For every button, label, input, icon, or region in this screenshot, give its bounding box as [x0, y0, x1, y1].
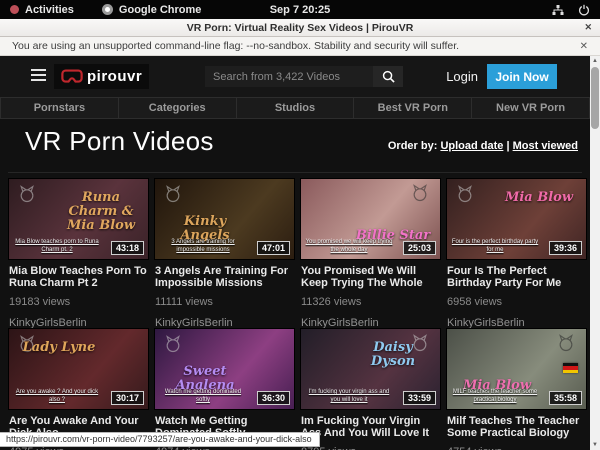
video-thumbnail[interactable]: Lady Lyne Are you awake ? And your dick …	[8, 328, 149, 410]
thumbnail-caption: 3 Angels are training for impossible mis…	[159, 238, 247, 254]
cat-watermark-icon	[163, 184, 183, 204]
thumbnail-overlay-name: Mia Blow	[497, 191, 581, 205]
video-title[interactable]: 3 Angels Are Training For Impossible Mis…	[155, 265, 294, 289]
scrollbar-thumb[interactable]	[591, 67, 599, 129]
order-by-label: Order by:	[388, 140, 438, 152]
video-card[interactable]: Mia Blow Four is the perfect birthday pa…	[445, 178, 588, 328]
duration-badge: 39:36	[549, 241, 582, 255]
video-views: 11326 views	[301, 296, 440, 308]
video-title[interactable]: Mia Blow Teaches Porn To Runa Charm Pt 2	[9, 265, 148, 289]
search-icon	[382, 70, 395, 83]
duration-badge: 36:30	[257, 391, 290, 405]
clock[interactable]: Sep 7 20:25	[0, 4, 600, 16]
video-card[interactable]: Kinky Angels 3 Angels are training for i…	[153, 178, 296, 328]
search-button[interactable]	[373, 66, 403, 87]
order-by-upload-date-link[interactable]: Upload date	[440, 140, 503, 152]
video-views: 6958 views	[447, 296, 586, 308]
site-logo[interactable]: pirouvr	[54, 64, 149, 89]
window-title-bar: VR Porn: Virtual Reality Sex Videos | Pi…	[0, 19, 600, 37]
search-input[interactable]	[205, 66, 373, 87]
video-title[interactable]: Four Is The Perfect Birthday Party For M…	[447, 265, 586, 289]
nav-item-pornstars[interactable]: Pornstars	[0, 97, 119, 119]
warning-infobar: You are using an unsupported command-lin…	[0, 37, 600, 56]
video-title[interactable]: Im Fucking Your Virgin Ass And You Will …	[301, 415, 440, 439]
video-views: 19183 views	[9, 296, 148, 308]
video-thumbnail[interactable]: Mia Blow Four is the perfect birthday pa…	[446, 178, 587, 260]
thumbnail-caption: Are you awake ? And your dick also ?	[13, 388, 101, 404]
warning-message: You are using an unsupported command-lin…	[12, 40, 459, 52]
main-nav-menu: Pornstars Categories Studios Best VR Por…	[0, 97, 590, 119]
join-now-button[interactable]: Join Now	[487, 64, 557, 89]
window-title: VR Porn: Virtual Reality Sex Videos | Pi…	[187, 22, 414, 34]
login-link[interactable]: Login	[446, 69, 478, 84]
german-flag-icon	[563, 363, 578, 373]
hamburger-menu-icon[interactable]	[31, 69, 46, 81]
warning-close-icon[interactable]: ✕	[580, 41, 588, 52]
order-by-most-viewed-link[interactable]: Most viewed	[513, 140, 578, 152]
duration-badge: 35:58	[549, 391, 582, 405]
video-card[interactable]: Daisy Dyson I'm fucking your virgin ass …	[299, 328, 442, 450]
thumbnail-overlay-name: Runa Charm & Mia Blow	[59, 191, 143, 233]
video-title[interactable]: Milf Teaches The Teacher Some Practical …	[447, 415, 586, 439]
order-by-controls: Order by: Upload date | Most viewed	[388, 140, 578, 152]
nav-item-categories[interactable]: Categories	[119, 97, 237, 119]
order-by-separator: |	[506, 140, 509, 152]
nav-item-studios[interactable]: Studios	[237, 97, 355, 119]
video-card[interactable]: Runa Charm & Mia Blow Mia Blow teaches p…	[7, 178, 150, 328]
cat-watermark-icon	[410, 183, 430, 203]
duration-badge: 43:18	[111, 241, 144, 255]
video-card[interactable]: Mia Blow MILF teaches the teacher some p…	[445, 328, 588, 450]
network-icon[interactable]	[552, 4, 564, 16]
thumbnail-caption: Four is the perfect birthday party for m…	[451, 238, 539, 254]
thumbnail-caption: I'm fucking your virgin ass and you will…	[305, 388, 393, 404]
thumbnail-overlay-name: Daisy Dyson	[351, 341, 435, 369]
cat-watermark-icon	[17, 184, 37, 204]
window-close-icon[interactable]: ✕	[584, 22, 592, 33]
status-url-tooltip: https://pirouvr.com/vr-porn-video/779325…	[0, 432, 320, 447]
section-divider	[8, 172, 582, 173]
logo-text: pirouvr	[87, 68, 142, 85]
nav-item-new-vr-porn[interactable]: New VR Porn	[472, 97, 590, 119]
site-header: pirouvr Login Join Now	[0, 56, 590, 97]
cat-watermark-icon	[455, 184, 475, 204]
duration-badge: 47:01	[257, 241, 290, 255]
screen: Activities Google Chrome Sep 7 20:25 VR …	[0, 0, 600, 450]
scrollbar-down-arrow[interactable]: ▼	[590, 440, 600, 450]
video-thumbnail[interactable]: Mia Blow MILF teaches the teacher some p…	[446, 328, 587, 410]
duration-badge: 25:03	[403, 241, 436, 255]
video-thumbnail[interactable]: Runa Charm & Mia Blow Mia Blow teaches p…	[8, 178, 149, 260]
thumbnail-caption: Watch me getting dominated softly	[159, 388, 247, 404]
video-thumbnail[interactable]: Daisy Dyson I'm fucking your virgin ass …	[300, 328, 441, 410]
video-card[interactable]: Billie Star You promised we will keep tr…	[299, 178, 442, 328]
video-thumbnail[interactable]: Billie Star You promised we will keep tr…	[300, 178, 441, 260]
cat-watermark-icon	[556, 333, 576, 353]
page-scrollbar[interactable]: ▲ ▼	[590, 56, 600, 450]
video-grid: Runa Charm & Mia Blow Mia Blow teaches p…	[7, 178, 589, 450]
thumbnail-caption: MILF teaches the teacher some practical …	[451, 388, 539, 404]
video-thumbnail[interactable]: Kinky Angels 3 Angels are training for i…	[154, 178, 295, 260]
scrollbar-up-arrow[interactable]: ▲	[590, 56, 600, 66]
power-icon[interactable]	[578, 4, 590, 16]
video-views: 11111 views	[155, 296, 294, 308]
video-thumbnail[interactable]: Sweet Analena Watch me getting dominated…	[154, 328, 295, 410]
duration-badge: 33:59	[403, 391, 436, 405]
system-top-bar: Activities Google Chrome Sep 7 20:25	[0, 0, 600, 19]
page-title: VR Porn Videos	[25, 126, 214, 157]
nav-item-best-vr-porn[interactable]: Best VR Porn	[354, 97, 472, 119]
thumbnail-overlay-name: Lady Lyne	[17, 341, 101, 355]
cat-watermark-icon	[163, 334, 183, 354]
video-views: 8795 views	[301, 446, 440, 450]
video-title[interactable]: You Promised We Will Keep Trying The Who…	[301, 265, 440, 289]
browser-viewport: pirouvr Login Join Now Pornstars Categor…	[0, 56, 600, 450]
thumbnail-caption: You promised we will keep trying the who…	[305, 238, 393, 254]
video-views: 4754 views	[447, 446, 586, 450]
vr-goggles-icon	[61, 69, 83, 84]
thumbnail-caption: Mia Blow teaches porn to Runa Charm pt. …	[13, 238, 101, 254]
duration-badge: 30:17	[111, 391, 144, 405]
